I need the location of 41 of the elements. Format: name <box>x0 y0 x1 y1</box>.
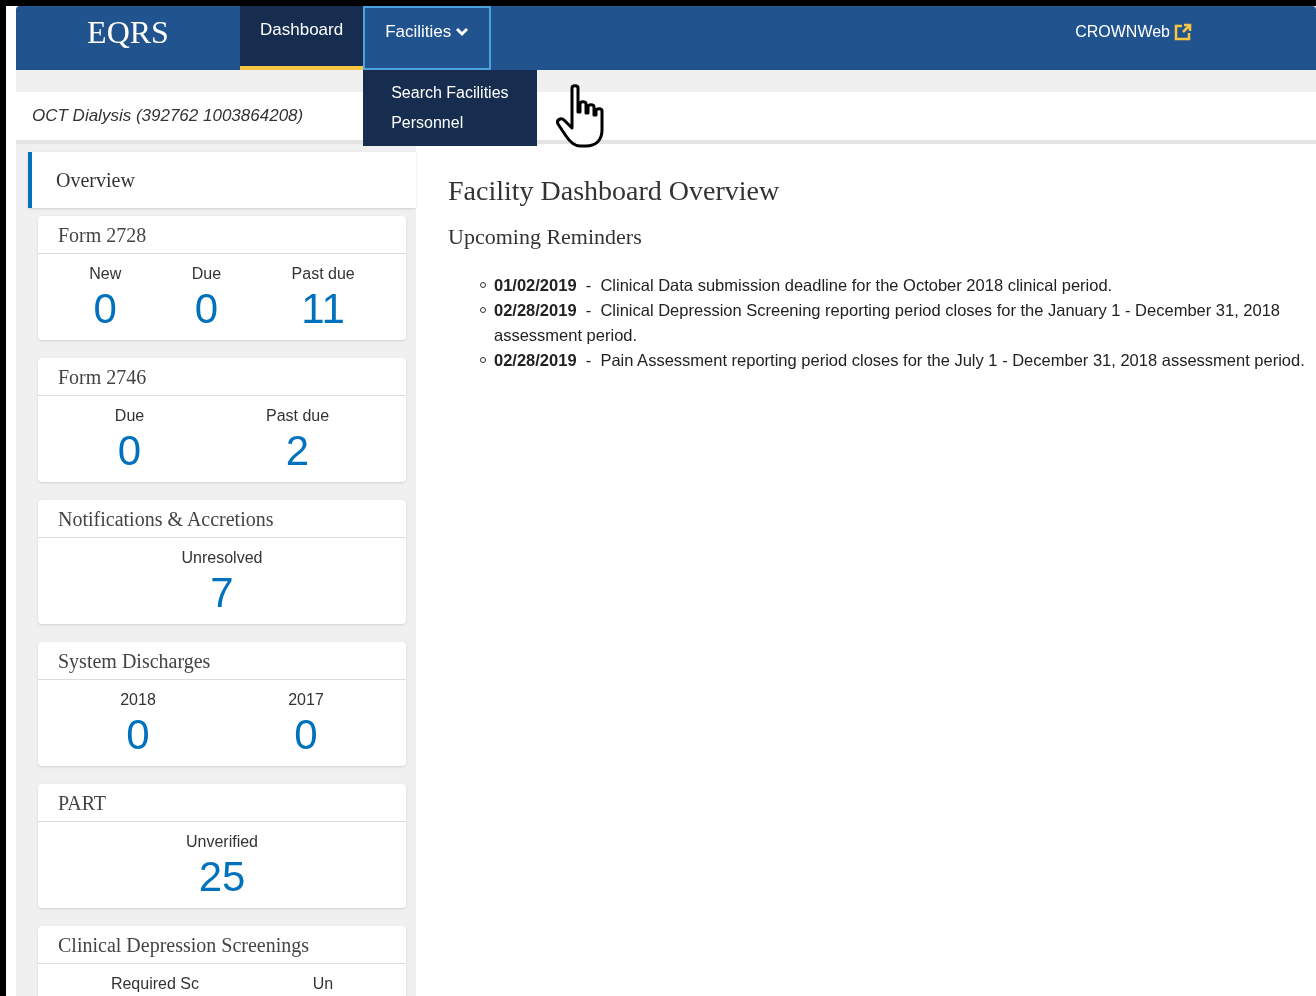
stat-label: New <box>89 264 122 284</box>
stat-label: Past due <box>291 264 355 284</box>
chevron-down-icon <box>455 27 470 37</box>
stat-count[interactable]: 0 <box>117 428 142 474</box>
stat-count[interactable]: 7 <box>210 570 234 616</box>
external-link-icon <box>1174 23 1192 41</box>
stat-count[interactable]: 2 <box>285 428 310 474</box>
card-title: Clinical Depression Screenings <box>38 926 406 964</box>
nav-tab[interactable]: Dashboard <box>240 6 364 70</box>
stat-label: 2017 <box>288 690 324 710</box>
stat-count[interactable]: 25 <box>198 854 246 900</box>
reminder-text: 02/28/2019 - Pain Assessment reporting period closes for the July 1 - December 31, 2018 assessment period. <box>494 350 1305 371</box>
stat-label: Unverified <box>186 832 258 852</box>
stat-label: Unresolved <box>181 548 263 568</box>
stat-count[interactable]: 0 <box>294 712 318 758</box>
stat-label: Past due <box>265 406 330 426</box>
page-title: Facility Dashboard Overview <box>448 174 781 208</box>
reminder-text: 02/28/2019 - Clinical Depression Screening reporting period closes for the January 1 - December 31, 2018 assessment period. <box>494 300 1282 346</box>
card-title: System Discharges <box>38 642 406 680</box>
section-title: Upcoming Reminders <box>448 223 643 251</box>
menu-item[interactable]: Personnel <box>363 108 538 138</box>
stat-count[interactable]: 0 <box>93 286 117 332</box>
reminder-text: 01/02/2019 - Clinical Data submission deadline for the October 2018 clinical period. <box>494 275 1113 296</box>
stat-label: 2018 <box>120 690 156 710</box>
overview-item[interactable]: Overview <box>28 152 416 208</box>
stat-count[interactable]: 0 <box>194 286 219 332</box>
stat-label: Due <box>191 264 222 284</box>
crownweb-link[interactable]: CROWNWeb <box>1075 20 1170 44</box>
stat-label: Due <box>114 406 145 426</box>
card-title: Form 2746 <box>38 358 406 396</box>
logo[interactable]: EQRS <box>16 6 240 70</box>
menu-item[interactable]: Search Facilities <box>363 78 538 108</box>
card-title: Notifications & Accretions <box>38 500 406 538</box>
stat-label: Un <box>312 974 334 994</box>
nav-tab[interactable]: Facilities <box>363 6 492 70</box>
stat-label: Required Sc <box>110 974 199 994</box>
card-title: PART <box>38 784 406 822</box>
stat-count[interactable]: 11 <box>301 286 345 332</box>
card-title: Form 2728 <box>38 216 406 254</box>
facility-name: OCT Dialysis (392762 1003864208) <box>32 105 304 128</box>
stat-count[interactable]: 0 <box>126 712 150 758</box>
